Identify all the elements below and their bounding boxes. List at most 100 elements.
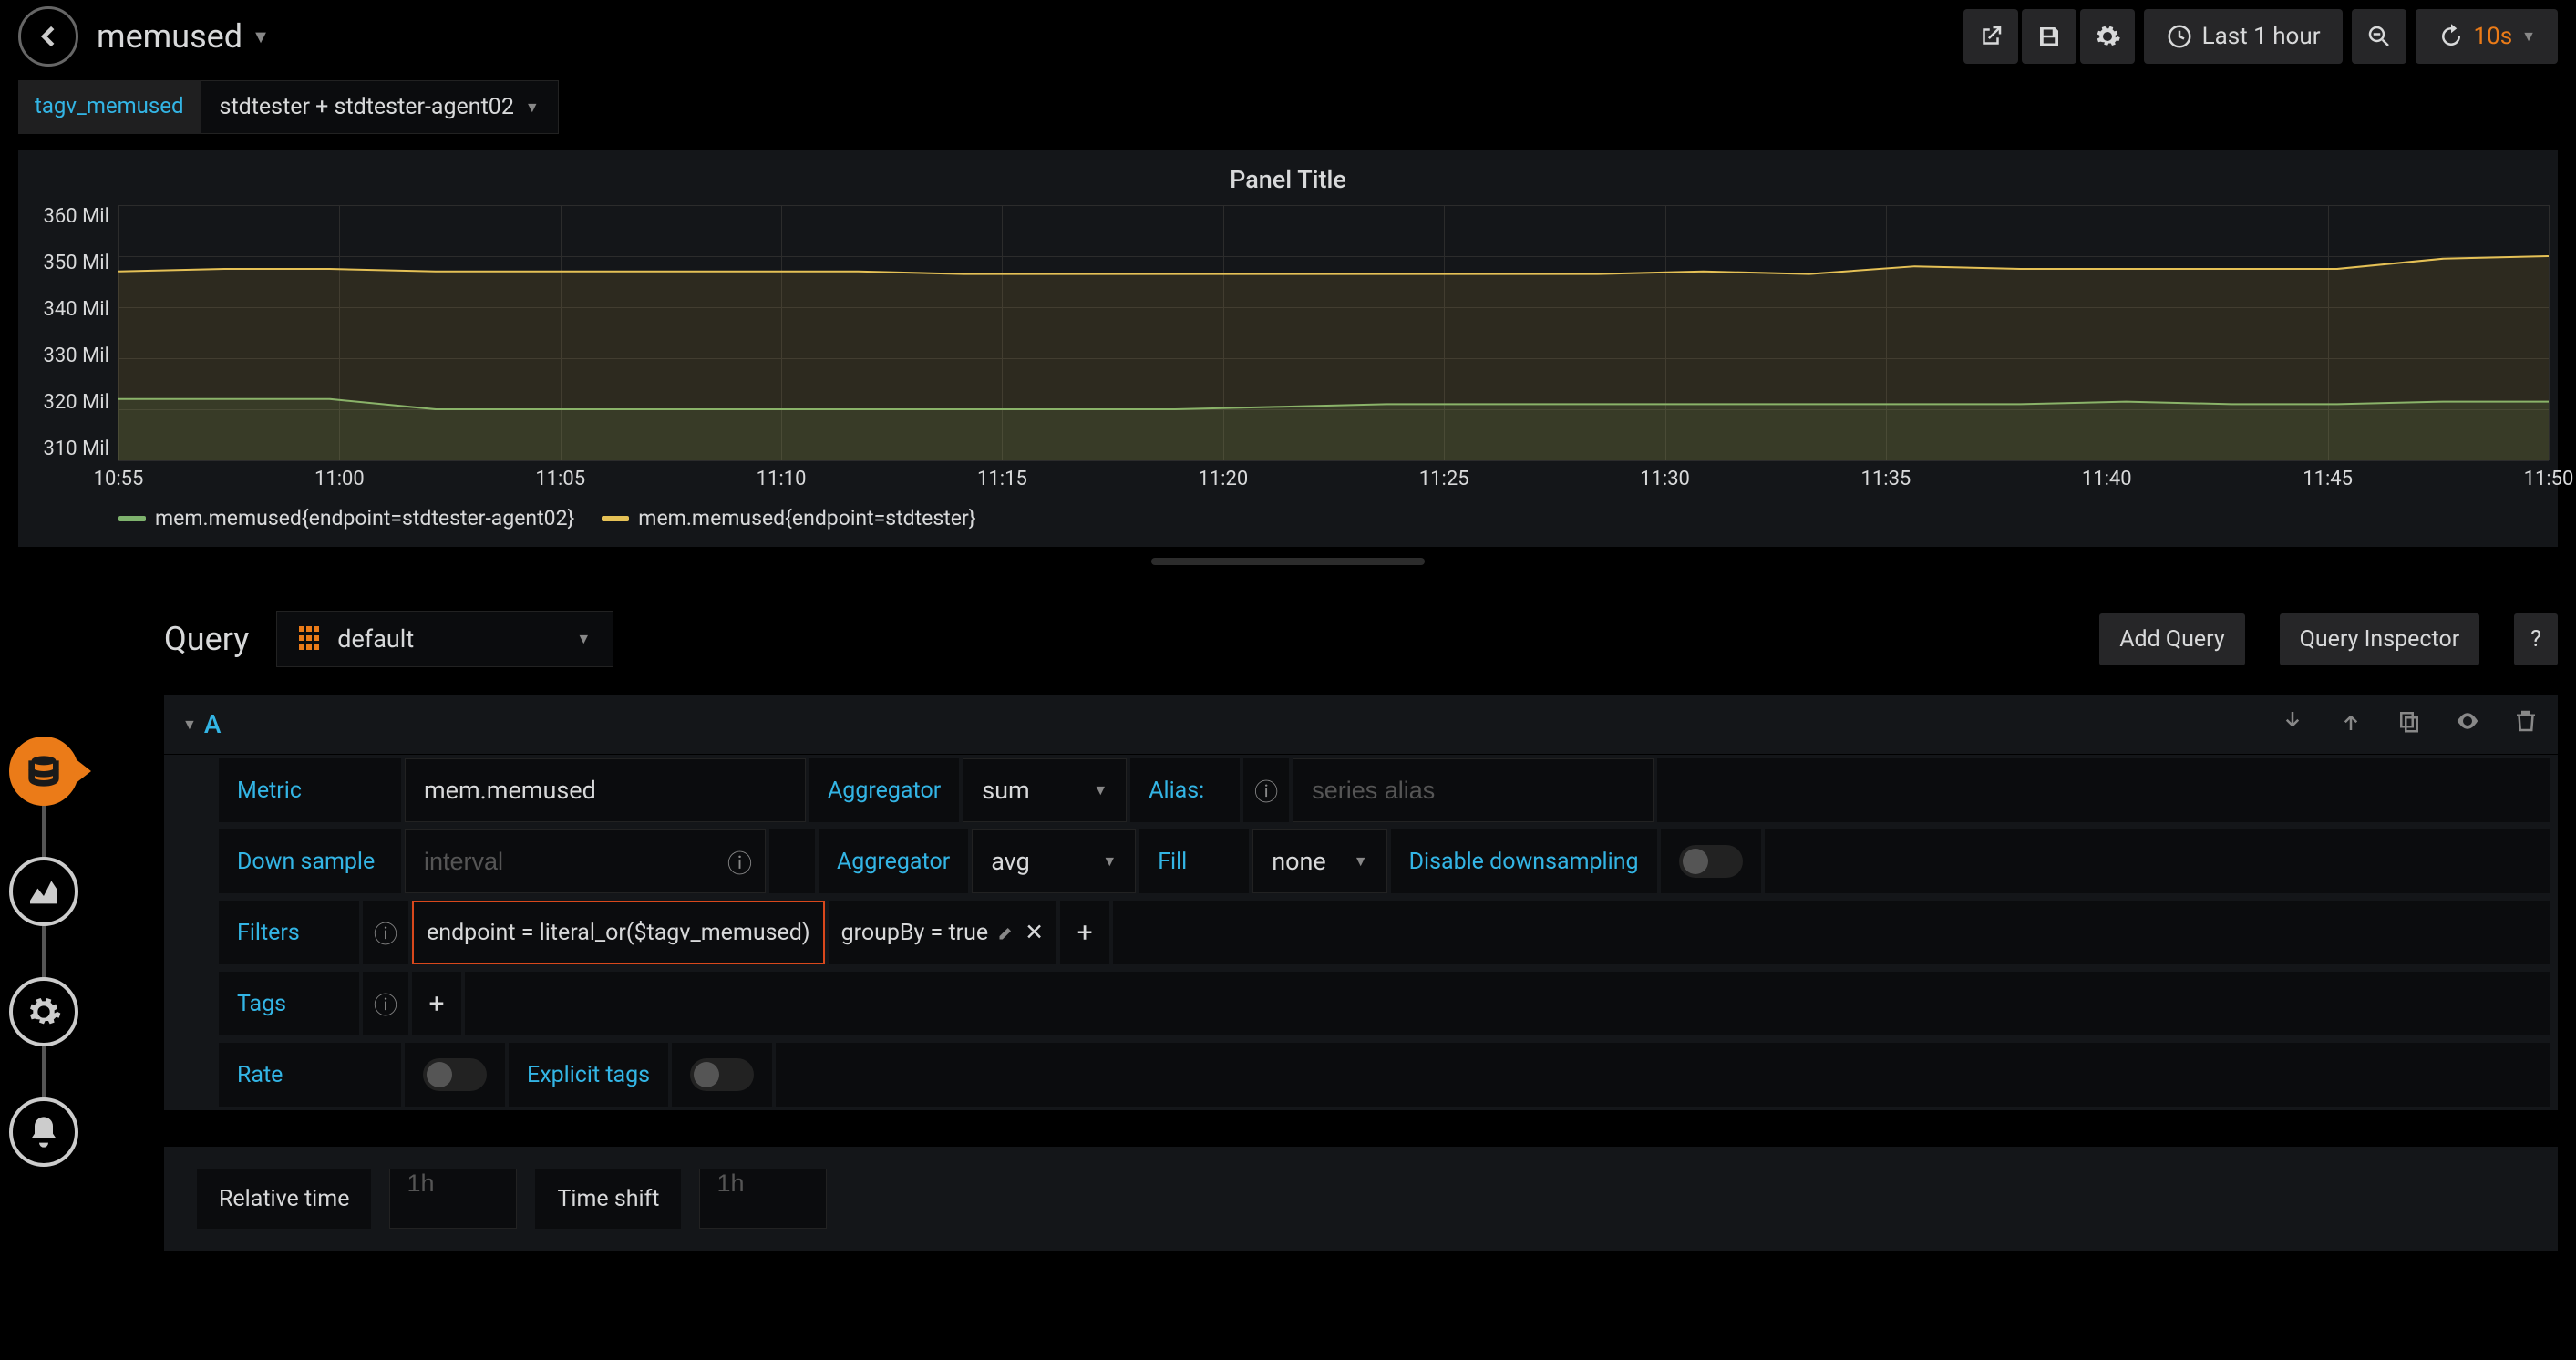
refresh-interval: 10s <box>2474 23 2513 50</box>
aggregator2-label: Aggregator <box>819 829 968 893</box>
caret-down-icon: ▼ <box>252 26 270 48</box>
trash-icon <box>2512 707 2540 735</box>
arrow-down-icon <box>2279 707 2306 735</box>
caret-down-icon: ▼ <box>1093 781 1108 799</box>
share-button[interactable] <box>1963 9 2018 64</box>
save-button[interactable] <box>2022 9 2076 64</box>
refresh-button[interactable]: 10s ▼ <box>2416 9 2559 64</box>
chart-plot[interactable] <box>118 205 2549 460</box>
filter-chip[interactable]: endpoint = literal_or($tagv_memused) <box>412 901 825 964</box>
dashboard-title-dropdown[interactable]: memused ▼ <box>97 17 270 56</box>
duplicate-button[interactable] <box>2396 707 2423 741</box>
move-up-button[interactable] <box>2337 707 2365 741</box>
gear-icon <box>2094 23 2121 50</box>
panel-resize-handle[interactable] <box>1151 558 1425 565</box>
template-var-label: tagv_memused <box>18 80 201 134</box>
time-shift-label: Time shift <box>535 1169 681 1229</box>
rate-label: Rate <box>219 1043 401 1107</box>
editor-title: Query <box>164 620 249 658</box>
settings-button[interactable] <box>2080 9 2135 64</box>
remove-filter-button[interactable]: ✕ <box>1025 919 1044 946</box>
panel-title: Panel Title <box>27 160 2549 205</box>
arrow-left-icon <box>31 19 66 54</box>
tab-visualization[interactable] <box>9 857 78 926</box>
caret-down-icon: ▼ <box>1354 852 1368 871</box>
downsample-info[interactable] <box>769 829 815 893</box>
filters-label: Filters <box>219 901 359 964</box>
editor-tabs <box>9 711 78 1192</box>
add-tag-button[interactable]: + <box>412 972 461 1035</box>
template-var-dropdown[interactable]: stdtester + stdtester-agent02 ▼ <box>201 80 559 134</box>
database-icon <box>26 753 62 789</box>
metric-input[interactable]: mem.memused <box>405 758 806 822</box>
clock-icon <box>2166 23 2193 50</box>
caret-down-icon: ▼ <box>525 98 540 117</box>
share-icon <box>1977 23 2004 50</box>
aggregator2-select[interactable]: avg▼ <box>972 829 1136 893</box>
disable-downsampling-label: Disable downsampling <box>1391 829 1657 893</box>
datasource-icon <box>299 626 325 652</box>
time-range-label: Last 1 hour <box>2202 23 2321 50</box>
tab-alert[interactable] <box>9 1097 78 1167</box>
caret-down-icon: ▼ <box>576 630 591 648</box>
downsample-input[interactable]: ⓘ <box>405 829 766 893</box>
zoom-out-icon <box>2365 23 2393 50</box>
copy-icon <box>2396 707 2423 735</box>
add-query-button[interactable]: Add Query <box>2099 613 2244 665</box>
dashboard-title: memused <box>97 17 242 56</box>
time-options: Relative time Time shift <box>164 1147 2558 1251</box>
tags-label: Tags <box>219 972 359 1035</box>
alias-input[interactable] <box>1293 758 1654 822</box>
time-range-button[interactable]: Last 1 hour <box>2144 9 2343 64</box>
downsample-label: Down sample <box>219 829 401 893</box>
query-letter: A <box>204 709 222 739</box>
relative-time-label: Relative time <box>197 1169 371 1229</box>
disable-downsampling-toggle[interactable] <box>1661 829 1761 893</box>
back-button[interactable] <box>18 6 78 67</box>
filter-groupby[interactable]: groupBy = true ✕ <box>829 901 1057 964</box>
delete-button[interactable] <box>2512 707 2540 741</box>
chart-icon <box>26 873 62 910</box>
tab-general[interactable] <box>9 977 78 1046</box>
alias-info[interactable]: ⓘ <box>1243 758 1289 822</box>
toggle-visibility-button[interactable] <box>2454 707 2481 741</box>
add-filter-button[interactable]: + <box>1060 901 1109 964</box>
panel: Panel Title 360 Mil350 Mil340 Mil330 Mil… <box>18 150 2558 547</box>
caret-down-icon: ▼ <box>182 716 197 734</box>
save-icon <box>2035 23 2063 50</box>
fill-select[interactable]: none▼ <box>1252 829 1386 893</box>
query-inspector-button[interactable]: Query Inspector <box>2280 613 2480 665</box>
rate-toggle[interactable] <box>405 1043 505 1107</box>
caret-down-icon: ▼ <box>1102 852 1117 871</box>
bell-icon <box>26 1114 62 1150</box>
legend-item[interactable]: mem.memused{endpoint=stdtester} <box>602 506 975 531</box>
x-axis: 10:5511:0011:0511:1011:1511:2011:2511:30… <box>118 460 2549 488</box>
pencil-icon <box>997 923 1015 942</box>
zoom-out-button[interactable] <box>2352 9 2406 64</box>
aggregator-select[interactable]: sum▼ <box>963 758 1127 822</box>
datasource-picker[interactable]: default ▼ <box>276 611 613 667</box>
eye-icon <box>2454 707 2481 735</box>
aggregator-label: Aggregator <box>809 758 959 822</box>
explicit-tags-label: Explicit tags <box>509 1043 668 1107</box>
move-down-button[interactable] <box>2279 707 2306 741</box>
chart-legend: mem.memused{endpoint=stdtester-agent02} m… <box>118 488 2549 531</box>
help-button[interactable]: ? <box>2514 613 2558 665</box>
y-axis: 360 Mil350 Mil340 Mil330 Mil320 Mil310 M… <box>27 205 118 460</box>
filters-info[interactable]: ⓘ <box>363 901 408 964</box>
datasource-name: default <box>337 624 414 654</box>
relative-time-input[interactable] <box>389 1169 517 1229</box>
gear-icon <box>26 994 62 1030</box>
tab-queries[interactable] <box>9 737 78 806</box>
explicit-tags-toggle[interactable] <box>672 1043 772 1107</box>
metric-label: Metric <box>219 758 401 822</box>
alias-label: Alias: <box>1130 758 1240 822</box>
template-var-value: stdtester + stdtester-agent02 <box>220 94 514 120</box>
tags-info[interactable]: ⓘ <box>363 972 408 1035</box>
time-shift-input[interactable] <box>699 1169 827 1229</box>
caret-down-icon: ▼ <box>2521 27 2536 46</box>
fill-label: Fill <box>1139 829 1249 893</box>
legend-item[interactable]: mem.memused{endpoint=stdtester-agent02} <box>118 506 574 531</box>
refresh-icon <box>2437 23 2465 50</box>
query-header[interactable]: ▼ A <box>164 695 2558 755</box>
